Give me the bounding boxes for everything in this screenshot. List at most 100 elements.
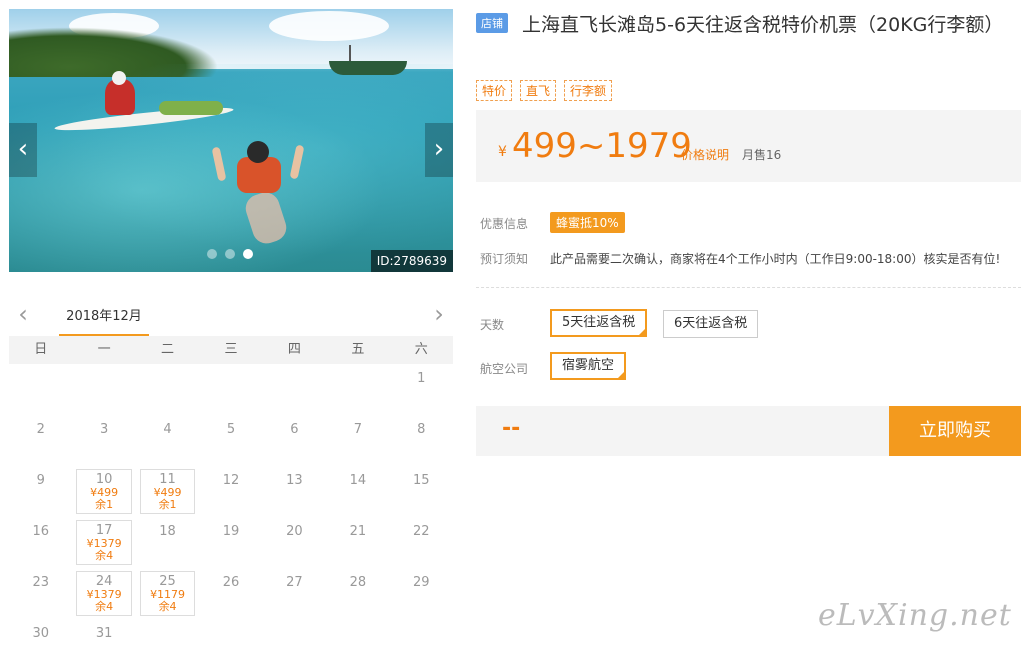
calendar-day: 14	[326, 466, 389, 517]
calendar-weekday: 四	[287, 342, 301, 357]
gallery-dot-active[interactable]	[243, 249, 253, 259]
calendar-day: 18	[136, 517, 199, 568]
calendar-day-number: 21	[349, 524, 367, 539]
promo-badge: 蜂蜜抵10%	[550, 212, 625, 233]
calendar-day-number: 9	[36, 473, 45, 488]
calendar-day-number: 18	[159, 524, 176, 539]
watermark: eLvXing.net	[818, 598, 1012, 633]
photo-cloud	[269, 11, 389, 41]
calendar-day-number: 24	[95, 574, 113, 589]
section-divider	[476, 287, 1021, 288]
calendar-day-number: 15	[413, 473, 430, 488]
calendar-day-number: 25	[159, 574, 176, 589]
product-photo: ‹ › ID:2789639	[9, 9, 453, 272]
calendar-day	[263, 364, 326, 415]
calendar-day	[9, 364, 72, 415]
calendar-day-stock: 余4	[95, 549, 114, 562]
calendar-day: 13	[263, 466, 326, 517]
price-range: 499~1979	[512, 126, 692, 166]
calendar-day-number: 4	[163, 422, 172, 437]
calendar-next-month[interactable]: ›	[429, 302, 449, 328]
calendar-day-number: 19	[222, 524, 240, 539]
calendar-day-number: 22	[413, 524, 430, 539]
calendar-day-stock: 余1	[95, 498, 114, 511]
calendar-day: 30	[9, 619, 72, 654]
calendar-day-number: 6	[290, 422, 299, 437]
gallery-next-button[interactable]: ›	[425, 123, 453, 177]
days-label: 天数	[480, 318, 505, 332]
buy-now-button[interactable]: 立即购买	[889, 406, 1021, 456]
calendar-day: 16	[9, 517, 72, 568]
calendar-day: 26	[199, 568, 262, 619]
days-option-5[interactable]: 5天往返含税	[550, 309, 648, 337]
calendar-day: 15	[390, 466, 453, 517]
calendar-day: 29	[390, 568, 453, 619]
calendar-day-available[interactable]: 11 ¥499 余1	[139, 469, 196, 514]
calendar-day	[136, 364, 199, 415]
calendar-day-number: 16	[32, 524, 49, 539]
photo-swimmer	[211, 139, 305, 249]
calendar-day: 28	[326, 568, 389, 619]
calendar-day: 7	[326, 415, 389, 466]
calendar-day-number: 13	[286, 473, 303, 488]
chevron-left-icon: ‹	[18, 300, 28, 328]
calendar-day-number: 5	[226, 422, 236, 437]
calendar-day-number: 2	[36, 422, 45, 437]
calendar-weekday: 三	[224, 342, 238, 357]
calendar-day-number: 31	[95, 626, 113, 641]
gallery-dot[interactable]	[225, 249, 235, 259]
calendar-month-tab[interactable]: 2018年12月	[59, 300, 149, 336]
calendar-prev-month[interactable]: ‹	[13, 302, 33, 328]
calendar-day: 27	[263, 568, 326, 619]
days-option-6[interactable]: 6天往返含税	[663, 310, 759, 338]
calendar-day-number: 27	[286, 575, 303, 590]
calendar-day-number: 12	[222, 473, 240, 488]
photo-paddler-head	[112, 71, 126, 85]
calendar-day: 20	[263, 517, 326, 568]
calendar-day-number: 20	[286, 524, 303, 539]
price-note-link[interactable]: 价格说明	[681, 146, 729, 163]
calendar-day: 19	[199, 517, 262, 568]
photo-fruit	[159, 101, 223, 115]
calendar-weekday: 日	[34, 342, 48, 357]
calendar-day-available[interactable]: 24 ¥1379 余4	[76, 571, 132, 616]
gallery-dot[interactable]	[207, 249, 217, 259]
calendar-day-number: 8	[417, 422, 426, 437]
swimmer-head	[247, 141, 269, 163]
calendar-day	[326, 364, 389, 415]
calendar-day-number: 17	[95, 523, 113, 538]
calendar-weekday: 二	[161, 342, 175, 357]
calendar-weekdays: 日一二三四五六	[9, 336, 453, 364]
calendar-day	[72, 364, 135, 415]
calendar-day-number: 1	[417, 371, 426, 386]
chevron-left-icon: ‹	[17, 134, 29, 164]
gallery-prev-button[interactable]: ‹	[9, 123, 37, 177]
product-title: 上海直飞长滩岛5-6天往返含税特价机票（20KG行李额）	[522, 14, 1004, 36]
calendar-day-number: 3	[99, 422, 109, 437]
tag-direct-flight: 直飞	[520, 80, 557, 101]
photo-boat	[329, 61, 407, 75]
tag-special-price: 特价	[476, 80, 513, 101]
chevron-right-icon: ›	[434, 300, 444, 328]
airline-option-cebu[interactable]: 宿雾航空	[550, 352, 627, 380]
currency-symbol: ¥	[498, 144, 507, 160]
gallery-dots	[207, 249, 253, 259]
calendar-day-available[interactable]: 10 ¥499 余1	[76, 469, 132, 514]
price-box: ¥ 499~1979 价格说明 月售16	[476, 110, 1021, 182]
calendar-day: 2	[9, 415, 72, 466]
calendar-day	[199, 364, 262, 415]
calendar-day-available[interactable]: 17 ¥1379 余4	[76, 520, 132, 565]
calendar-day: 3	[72, 415, 135, 466]
calendar-grid: 1 2 3 4 5 6 7 8 9 10 ¥499 余1 11 ¥499 余1 12 13 14 15 16 17 ¥13…	[9, 364, 453, 654]
calendar-day-number: 10	[95, 472, 113, 487]
calendar-day: 6	[263, 415, 326, 466]
calendar-day: 8	[390, 415, 453, 466]
calendar-day-number: 28	[349, 575, 367, 590]
calendar-day-number: 14	[349, 473, 367, 488]
calendar-weekday: 一	[97, 342, 111, 357]
calendar-day-number: 23	[32, 575, 49, 590]
calendar-weekday: 五	[351, 342, 365, 357]
calendar-day-available[interactable]: 25 ¥1179 余4	[139, 571, 196, 616]
calendar-day-stock: 余4	[95, 600, 114, 613]
calendar-day-number: 30	[32, 626, 49, 641]
